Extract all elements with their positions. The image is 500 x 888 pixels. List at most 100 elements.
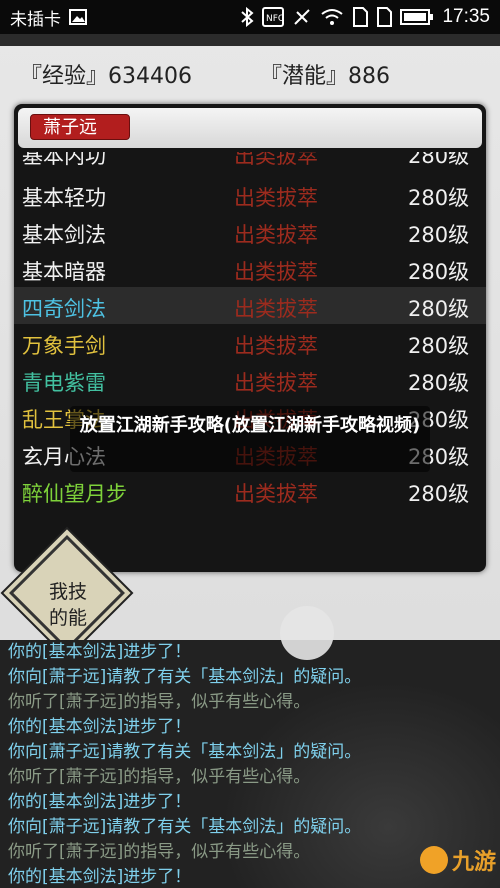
nfc-icon: NFC [262, 7, 285, 27]
log-line: 你向[萧子远]请教了有关「基本剑法」的疑问。 [0, 665, 500, 690]
skill-level: 280级 [408, 371, 470, 395]
log-suffix: 请教了有关「基本剑法」的疑问。 [106, 742, 362, 762]
log-prefix: 你的 [8, 792, 42, 812]
log-tag: [萧子远] [59, 692, 124, 712]
skill-row[interactable]: 青电紫雷 出类拔萃 280级 [14, 361, 486, 398]
skill-level: 280级 [408, 260, 470, 284]
sim-card-icon [352, 7, 369, 27]
skill-row[interactable]: 四奇剑法 出类拔萃 280级 [14, 287, 486, 324]
skill-row[interactable]: 基本内功 出类拔萃 280级 [14, 152, 486, 176]
my-skills-label-line2: 的能 [48, 607, 87, 629]
log-line: 你向[萧子远]请教了有关「基本剑法」的疑问。 [0, 815, 500, 840]
log-prefix: 你向 [8, 817, 42, 837]
log-tag: [萧子远] [59, 842, 124, 862]
skill-rank: 出类拔萃 [234, 371, 318, 395]
status-right: NFC 17:35 [240, 6, 490, 28]
log-prefix: 你向 [8, 667, 42, 687]
skill-level: 280级 [408, 223, 470, 247]
skill-level: 280级 [408, 334, 470, 358]
vibrate-icon [292, 7, 312, 27]
skill-rank: 出类拔萃 [234, 223, 318, 247]
skill-row[interactable]: 基本暗器 出类拔萃 280级 [14, 250, 486, 287]
log-prefix: 你的 [8, 717, 42, 737]
skill-name: 青电紫雷 [22, 371, 106, 395]
skill-level: 280级 [408, 482, 470, 506]
skill-rank: 出类拔萃 [234, 186, 318, 210]
experience-stat: 『经验』634406 [20, 64, 192, 89]
log-line: 你向[萧子远]请教了有关「基本剑法」的疑问。 [0, 740, 500, 765]
npc-name-tag[interactable]: 萧子远 [30, 114, 130, 140]
skill-name: 四奇剑法 [22, 297, 106, 321]
log-suffix: 请教了有关「基本剑法」的疑问。 [106, 817, 362, 837]
skill-row[interactable]: 万象手剑 出类拔萃 280级 [14, 324, 486, 361]
skill-name: 基本暗器 [22, 260, 106, 284]
watermark-text: 九游 [452, 850, 497, 875]
log-line: 你听了[萧子远]的指导，似乎有些心得。 [0, 690, 500, 715]
skill-level: 280级 [408, 297, 470, 321]
skill-level: 280级 [408, 186, 470, 210]
log-suffix: 进步了！ [123, 867, 192, 887]
log-suffix: 的指导，似乎有些心得。 [123, 767, 311, 787]
article-caption: 放置江湖新手攻略(放置江湖新手攻略视频) [70, 406, 430, 472]
log-tag: [萧子远] [59, 767, 124, 787]
skill-rank: 出类拔萃 [234, 482, 318, 506]
log-prefix: 你听了 [8, 767, 59, 787]
skill-rank: 出类拔萃 [234, 334, 318, 358]
log-tag: [萧子远] [42, 667, 107, 687]
log-line: 你听了[萧子远]的指导，似乎有些心得。 [0, 765, 500, 790]
log-line: 你的[基本剑法]进步了！ [0, 790, 500, 815]
my-skills-label-line1: 我技 [48, 581, 87, 603]
game-screen: 『经验』634406 『潜能』886 萧子远 基本内功 出类拔萃 280级 基本轻功出… [0, 34, 500, 651]
log-line: 你的[基本剑法]进步了！ [0, 715, 500, 740]
log-tag: [基本剑法] [42, 717, 124, 737]
stats-bar: 『经验』634406 『潜能』886 [0, 54, 500, 90]
status-left: 未插卡 [10, 5, 87, 30]
gallery-icon [69, 8, 87, 26]
bluetooth-icon [240, 7, 254, 27]
skill-rank: 出类拔萃 [234, 260, 318, 284]
log-prefix: 你的 [8, 642, 42, 662]
log-tag: [基本剑法] [42, 642, 124, 662]
svg-text:NFC: NFC [266, 14, 284, 24]
skill-name: 基本内功 [22, 152, 106, 168]
log-prefix: 你的 [8, 867, 42, 887]
potential-stat: 『潜能』886 [260, 64, 390, 89]
skill-row[interactable]: 基本剑法 出类拔萃 280级 [14, 213, 486, 250]
nine-game-logo-icon [420, 846, 448, 874]
log-tag: [基本剑法] [42, 792, 124, 812]
skill-row[interactable]: 基本轻功 出类拔萃 280级 [14, 176, 486, 213]
skill-name: 基本剑法 [22, 223, 106, 247]
skill-rank: 出类拔萃 [234, 152, 318, 168]
log-line: 你的[基本剑法]进步了！ [0, 640, 500, 665]
log-suffix: 进步了！ [123, 717, 192, 737]
my-skills-button[interactable]: 我技 的能 [40, 579, 96, 631]
panel-header: 萧子远 [18, 108, 482, 148]
skill-rank: 出类拔萃 [234, 297, 318, 321]
log-tag: [基本剑法] [42, 867, 124, 887]
log-suffix: 进步了！ [123, 642, 192, 662]
clock: 17:35 [442, 6, 490, 27]
battery-icon [400, 8, 434, 26]
log-suffix: 的指导，似乎有些心得。 [123, 842, 311, 862]
top-strip [0, 34, 500, 46]
log-tag: [萧子远] [42, 742, 107, 762]
log-suffix: 进步了！ [123, 792, 192, 812]
watermark-logo: 九游 [420, 838, 496, 882]
skill-name: 万象手剑 [22, 334, 106, 358]
log-prefix: 你听了 [8, 692, 59, 712]
wifi-icon [320, 8, 344, 26]
status-bar: 未插卡 NFC 17:35 [0, 0, 500, 34]
carrier-label: 未插卡 [10, 9, 61, 30]
sim-card-icon-2 [376, 7, 393, 27]
skill-row[interactable]: 醉仙望月步 出类拔萃 280级 [14, 472, 486, 509]
skill-name: 醉仙望月步 [22, 482, 127, 506]
log-suffix: 请教了有关「基本剑法」的疑问。 [106, 667, 362, 687]
skill-level: 280级 [408, 152, 470, 168]
skills-panel: 萧子远 基本内功 出类拔萃 280级 基本轻功 出类拔萃 280级 基本剑法 出类拔萃 280级… [14, 104, 486, 572]
log-prefix: 你听了 [8, 842, 59, 862]
log-suffix: 的指导，似乎有些心得。 [123, 692, 311, 712]
log-tag: [萧子远] [42, 817, 107, 837]
skill-name: 基本轻功 [22, 186, 106, 210]
floating-action-button[interactable] [280, 606, 334, 660]
log-prefix: 你向 [8, 742, 42, 762]
